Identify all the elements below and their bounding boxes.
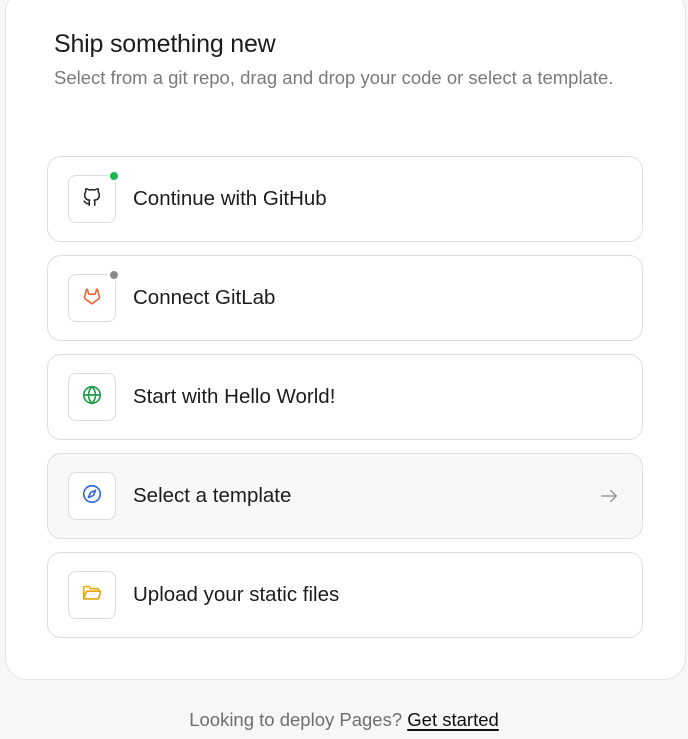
footer: Looking to deploy Pages? Get started xyxy=(0,709,688,731)
github-icon xyxy=(81,186,103,213)
start-hello-world-button[interactable]: Start with Hello World! xyxy=(47,354,643,440)
footer-text: Looking to deploy Pages? xyxy=(189,709,403,730)
gitlab-icon-box xyxy=(68,269,120,322)
select-template-button[interactable]: Select a template xyxy=(47,453,643,539)
get-started-link[interactable]: Get started xyxy=(407,709,499,730)
github-status-dot xyxy=(108,170,120,182)
compass-icon-box xyxy=(68,472,116,520)
gitlab-status-dot xyxy=(108,269,120,281)
arrow-right-icon xyxy=(598,485,620,507)
connect-gitlab-button[interactable]: Connect GitLab xyxy=(47,255,643,341)
panel-subtitle: Select from a git repo, drag and drop yo… xyxy=(54,67,614,88)
option-label: Connect GitLab xyxy=(133,286,276,309)
folder-icon xyxy=(81,582,103,609)
gitlab-icon xyxy=(81,285,103,312)
option-label: Select a template xyxy=(133,484,292,507)
panel-title: Ship something new xyxy=(54,30,276,58)
option-label: Continue with GitHub xyxy=(133,187,327,210)
upload-static-files-button[interactable]: Upload your static files xyxy=(47,552,643,638)
globe-icon-box xyxy=(68,373,116,421)
folder-icon-box xyxy=(68,571,116,619)
github-icon-box xyxy=(68,170,120,223)
compass-icon xyxy=(81,483,103,510)
continue-with-github-button[interactable]: Continue with GitHub xyxy=(47,156,643,242)
option-label: Upload your static files xyxy=(133,583,340,606)
option-label: Start with Hello World! xyxy=(133,385,336,408)
globe-icon xyxy=(81,384,103,411)
